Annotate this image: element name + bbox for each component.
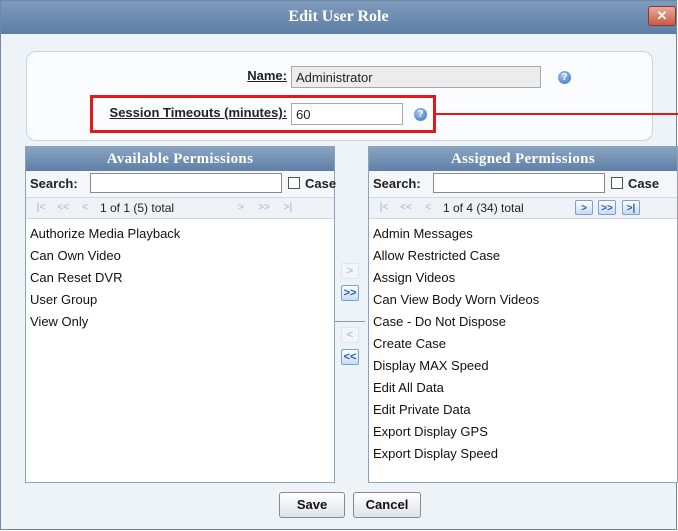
assigned-permissions-panel: Assigned Permissions Search: Case |< << …	[368, 146, 678, 483]
list-item[interactable]: Can Own Video	[26, 245, 334, 267]
list-item[interactable]: Can Reset DVR	[26, 267, 334, 289]
assigned-case-checkbox[interactable]	[611, 177, 623, 189]
next-icon[interactable]: >	[575, 200, 593, 215]
edit-user-role-dialog: Edit User Role ✕ Name: ? Session Timeout…	[0, 0, 678, 530]
list-item[interactable]: Edit Private Data	[369, 399, 677, 421]
list-item[interactable]: Create Case	[369, 333, 677, 355]
available-case-checkbox[interactable]	[288, 177, 300, 189]
last-page-icon[interactable]: >|	[622, 200, 640, 215]
session-timeout-field[interactable]	[291, 103, 403, 125]
list-item[interactable]: Display MAX Speed	[369, 355, 677, 377]
list-item[interactable]: Allow Restricted Case	[369, 245, 677, 267]
list-item[interactable]: Authorize Media Playback	[26, 223, 334, 245]
list-item[interactable]: Assign Videos	[369, 267, 677, 289]
assigned-search-label: Search:	[373, 176, 421, 191]
session-timeout-label: Session Timeouts (minutes):	[109, 105, 287, 120]
assigned-case-label: Case	[628, 176, 660, 191]
available-permissions-header: Available Permissions	[26, 147, 334, 171]
available-case-label: Case	[305, 176, 337, 191]
prev-page-icon[interactable]: <<	[397, 200, 415, 215]
assigned-search-input[interactable]	[433, 173, 605, 193]
list-item[interactable]: User Group	[26, 289, 334, 311]
assigned-page-info: 1 of 4 (34) total	[443, 201, 524, 215]
add-all-permissions-button[interactable]: >>	[341, 285, 359, 301]
assigned-pager: |< << < 1 of 4 (34) total > >> >|	[369, 198, 677, 219]
session-help-icon[interactable]: ?	[414, 108, 427, 121]
dialog-titlebar[interactable]: Edit User Role ✕	[1, 1, 676, 34]
prev-icon[interactable]: <	[419, 200, 437, 215]
list-item[interactable]: Case - Do Not Dispose	[369, 311, 677, 333]
remove-all-permissions-button[interactable]: <<	[341, 349, 359, 365]
assigned-search-row: Search: Case	[369, 171, 677, 198]
prev-page-icon[interactable]: <<	[54, 200, 72, 215]
callout-line	[436, 113, 678, 115]
list-item[interactable]: Export Display GPS	[369, 421, 677, 443]
name-help-icon[interactable]: ?	[558, 71, 571, 84]
list-item[interactable]: Admin Messages	[369, 223, 677, 245]
assigned-permissions-header: Assigned Permissions	[369, 147, 677, 171]
list-item[interactable]: View Only	[26, 311, 334, 333]
name-label: Name:	[247, 68, 287, 83]
cancel-button[interactable]: Cancel	[353, 492, 421, 518]
remove-permission-button[interactable]: <	[341, 327, 359, 343]
assigned-permissions-list: Admin Messages Allow Restricted Case Ass…	[369, 219, 677, 465]
close-icon[interactable]: ✕	[648, 6, 676, 26]
next-page-icon[interactable]: >>	[598, 200, 616, 215]
next-icon[interactable]: >	[232, 200, 250, 215]
available-search-row: Search: Case	[26, 171, 337, 198]
available-permissions-panel: Available Permissions Search: Case |< <<…	[25, 146, 337, 483]
available-search-input[interactable]	[90, 173, 282, 193]
list-item[interactable]: Can View Body Worn Videos	[369, 289, 677, 311]
available-pager: |< << < 1 of 1 (5) total > >> >|	[26, 198, 334, 219]
available-permissions-list: Authorize Media Playback Can Own Video C…	[26, 219, 334, 333]
add-permission-button[interactable]: >	[341, 263, 359, 279]
transfer-divider	[335, 321, 365, 322]
list-item[interactable]: Edit All Data	[369, 377, 677, 399]
dialog-title: Edit User Role	[288, 8, 389, 25]
next-page-icon[interactable]: >>	[255, 200, 273, 215]
last-page-icon[interactable]: >|	[279, 200, 297, 215]
first-page-icon[interactable]: |<	[375, 200, 393, 215]
available-search-label: Search:	[30, 176, 78, 191]
first-page-icon[interactable]: |<	[32, 200, 50, 215]
available-page-info: 1 of 1 (5) total	[100, 201, 175, 215]
list-item[interactable]: Export Display Speed	[369, 443, 677, 465]
name-field[interactable]	[291, 66, 541, 88]
save-button[interactable]: Save	[279, 492, 345, 518]
prev-icon[interactable]: <	[76, 200, 94, 215]
